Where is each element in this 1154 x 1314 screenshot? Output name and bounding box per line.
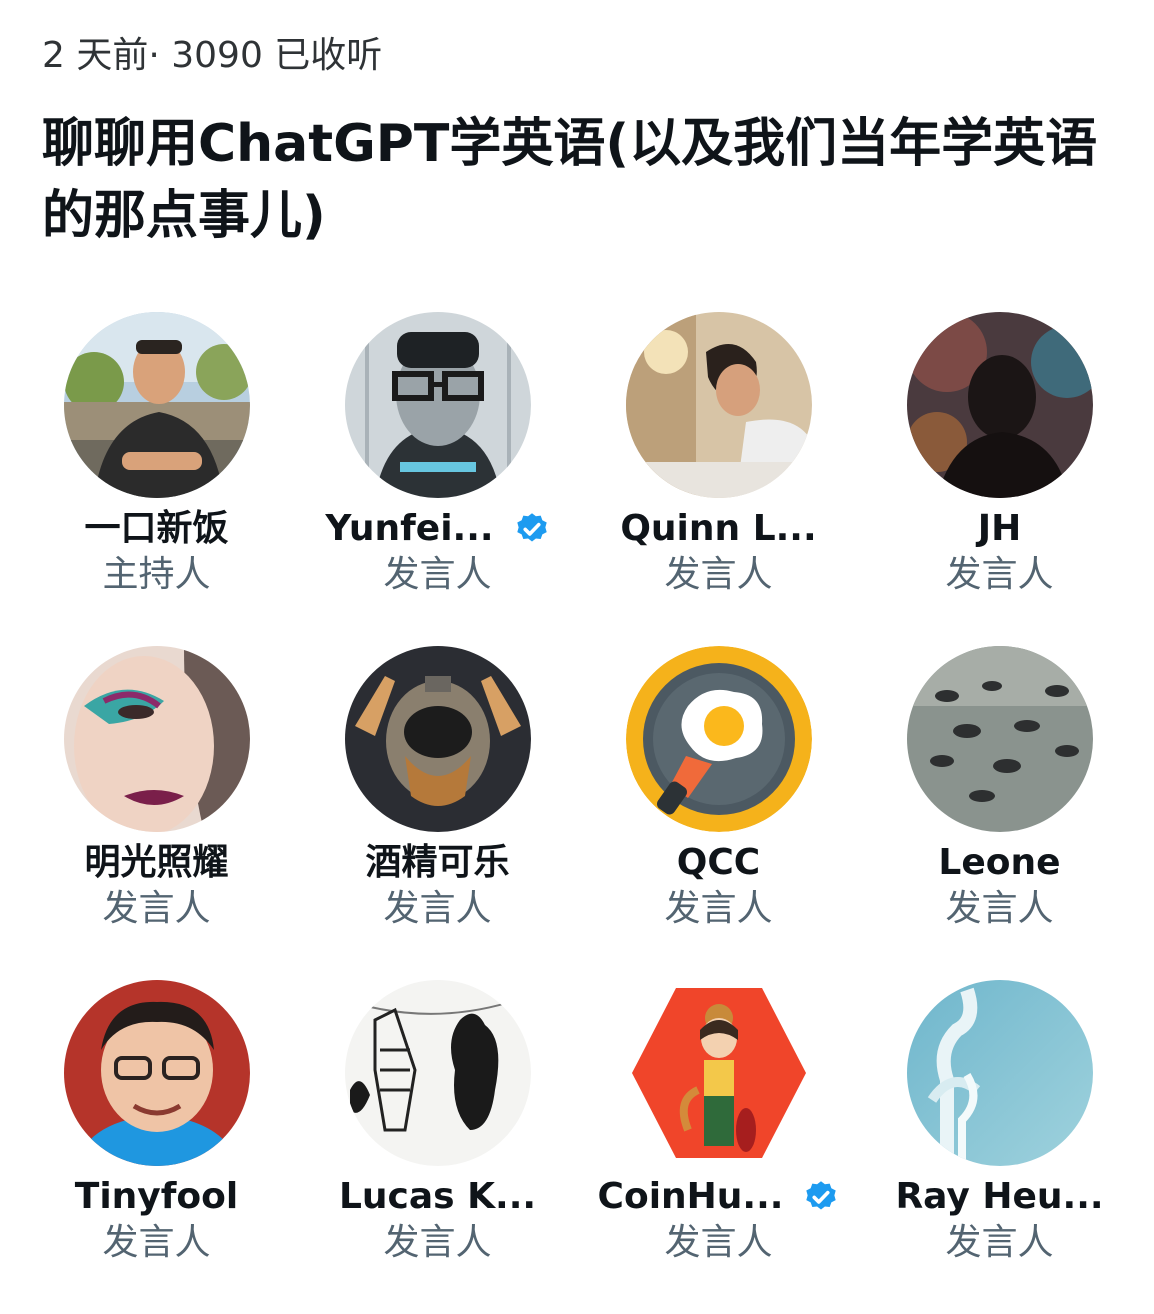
speaker-card[interactable]: Tinyfool 发言人 (16, 980, 297, 1314)
speaker-card[interactable]: Lucas K... 发言人 (297, 980, 578, 1314)
speaker-card[interactable]: 一口新饭 主持人 (16, 312, 297, 646)
illustrated-glasses-avatar (344, 312, 531, 498)
speaker-role: 发言人 (383, 1222, 492, 1263)
speaker-role: 发言人 (664, 1222, 773, 1263)
speaker-role: 主持人 (102, 554, 211, 595)
speaker-role: 发言人 (945, 888, 1054, 929)
speaker-card[interactable]: 酒精可乐 发言人 (297, 646, 578, 980)
speaker-name: Quinn L... (620, 508, 817, 549)
speaker-name: 一口新饭 (84, 508, 229, 549)
fried-egg-pan-avatar (625, 646, 812, 832)
speaker-card[interactable]: Ray Heu... 发言人 (859, 980, 1140, 1314)
speaker-name: Lucas K... (338, 1176, 537, 1217)
speaker-grid: 一口新饭 主持人 Yunfei... 发言人 Quinn L... 发言人 JH… (16, 312, 1140, 1314)
speaker-name: CoinHu... (597, 1176, 784, 1217)
speaker-card[interactable]: QCC 发言人 (578, 646, 859, 980)
speaker-role: 发言人 (945, 1222, 1054, 1263)
speaker-name: 酒精可乐 (365, 842, 510, 883)
speaker-name: Tinyfool (74, 1176, 239, 1217)
verified-badge-icon (514, 511, 550, 547)
speaker-role: 发言人 (945, 554, 1054, 595)
speaker-card[interactable]: Yunfei... 发言人 (297, 312, 578, 646)
speaker-role: 发言人 (383, 888, 492, 929)
cartoon-girl-hexagon-avatar (625, 980, 812, 1166)
speaker-card[interactable]: Leone 发言人 (859, 646, 1140, 980)
speaker-name: Ray Heu... (895, 1176, 1104, 1217)
speaker-role: 发言人 (102, 1222, 211, 1263)
speaker-card[interactable]: JH 发言人 (859, 312, 1140, 646)
speaker-card[interactable]: Quinn L... 发言人 (578, 312, 859, 646)
speaker-name: Leone (938, 842, 1061, 883)
astronaut-avatar (344, 646, 531, 832)
speaker-name: Yunfei... (325, 508, 494, 549)
cats-sketch-avatar (344, 980, 531, 1166)
speaker-card[interactable]: 明光照耀 发言人 (16, 646, 297, 980)
speaker-name: 明光照耀 (84, 842, 229, 883)
space-meta: 2 天前· 3090 已收听 (42, 35, 383, 76)
makeup-face-avatar (63, 646, 250, 832)
speaker-card[interactable]: CoinHu... 发言人 (578, 980, 859, 1314)
silhouette-avatar (906, 312, 1093, 498)
speaker-role: 发言人 (383, 554, 492, 595)
space-title: 聊聊用ChatGPT学英语(以及我们当年学英语的那点事儿) (42, 114, 1098, 246)
verified-badge-icon (803, 1179, 839, 1215)
speaker-role: 发言人 (664, 554, 773, 595)
person-outdoor-avatar (63, 312, 250, 498)
speaker-role: 发言人 (664, 888, 773, 929)
speaker-role: 发言人 (102, 888, 211, 929)
person-writing-avatar (625, 312, 812, 498)
ducks-water-avatar (906, 646, 1093, 832)
speaker-name: JH (977, 508, 1022, 549)
person-glasses-avatar (63, 980, 250, 1166)
blue-sculpture-avatar (906, 980, 1093, 1166)
speaker-name: QCC (676, 842, 761, 883)
